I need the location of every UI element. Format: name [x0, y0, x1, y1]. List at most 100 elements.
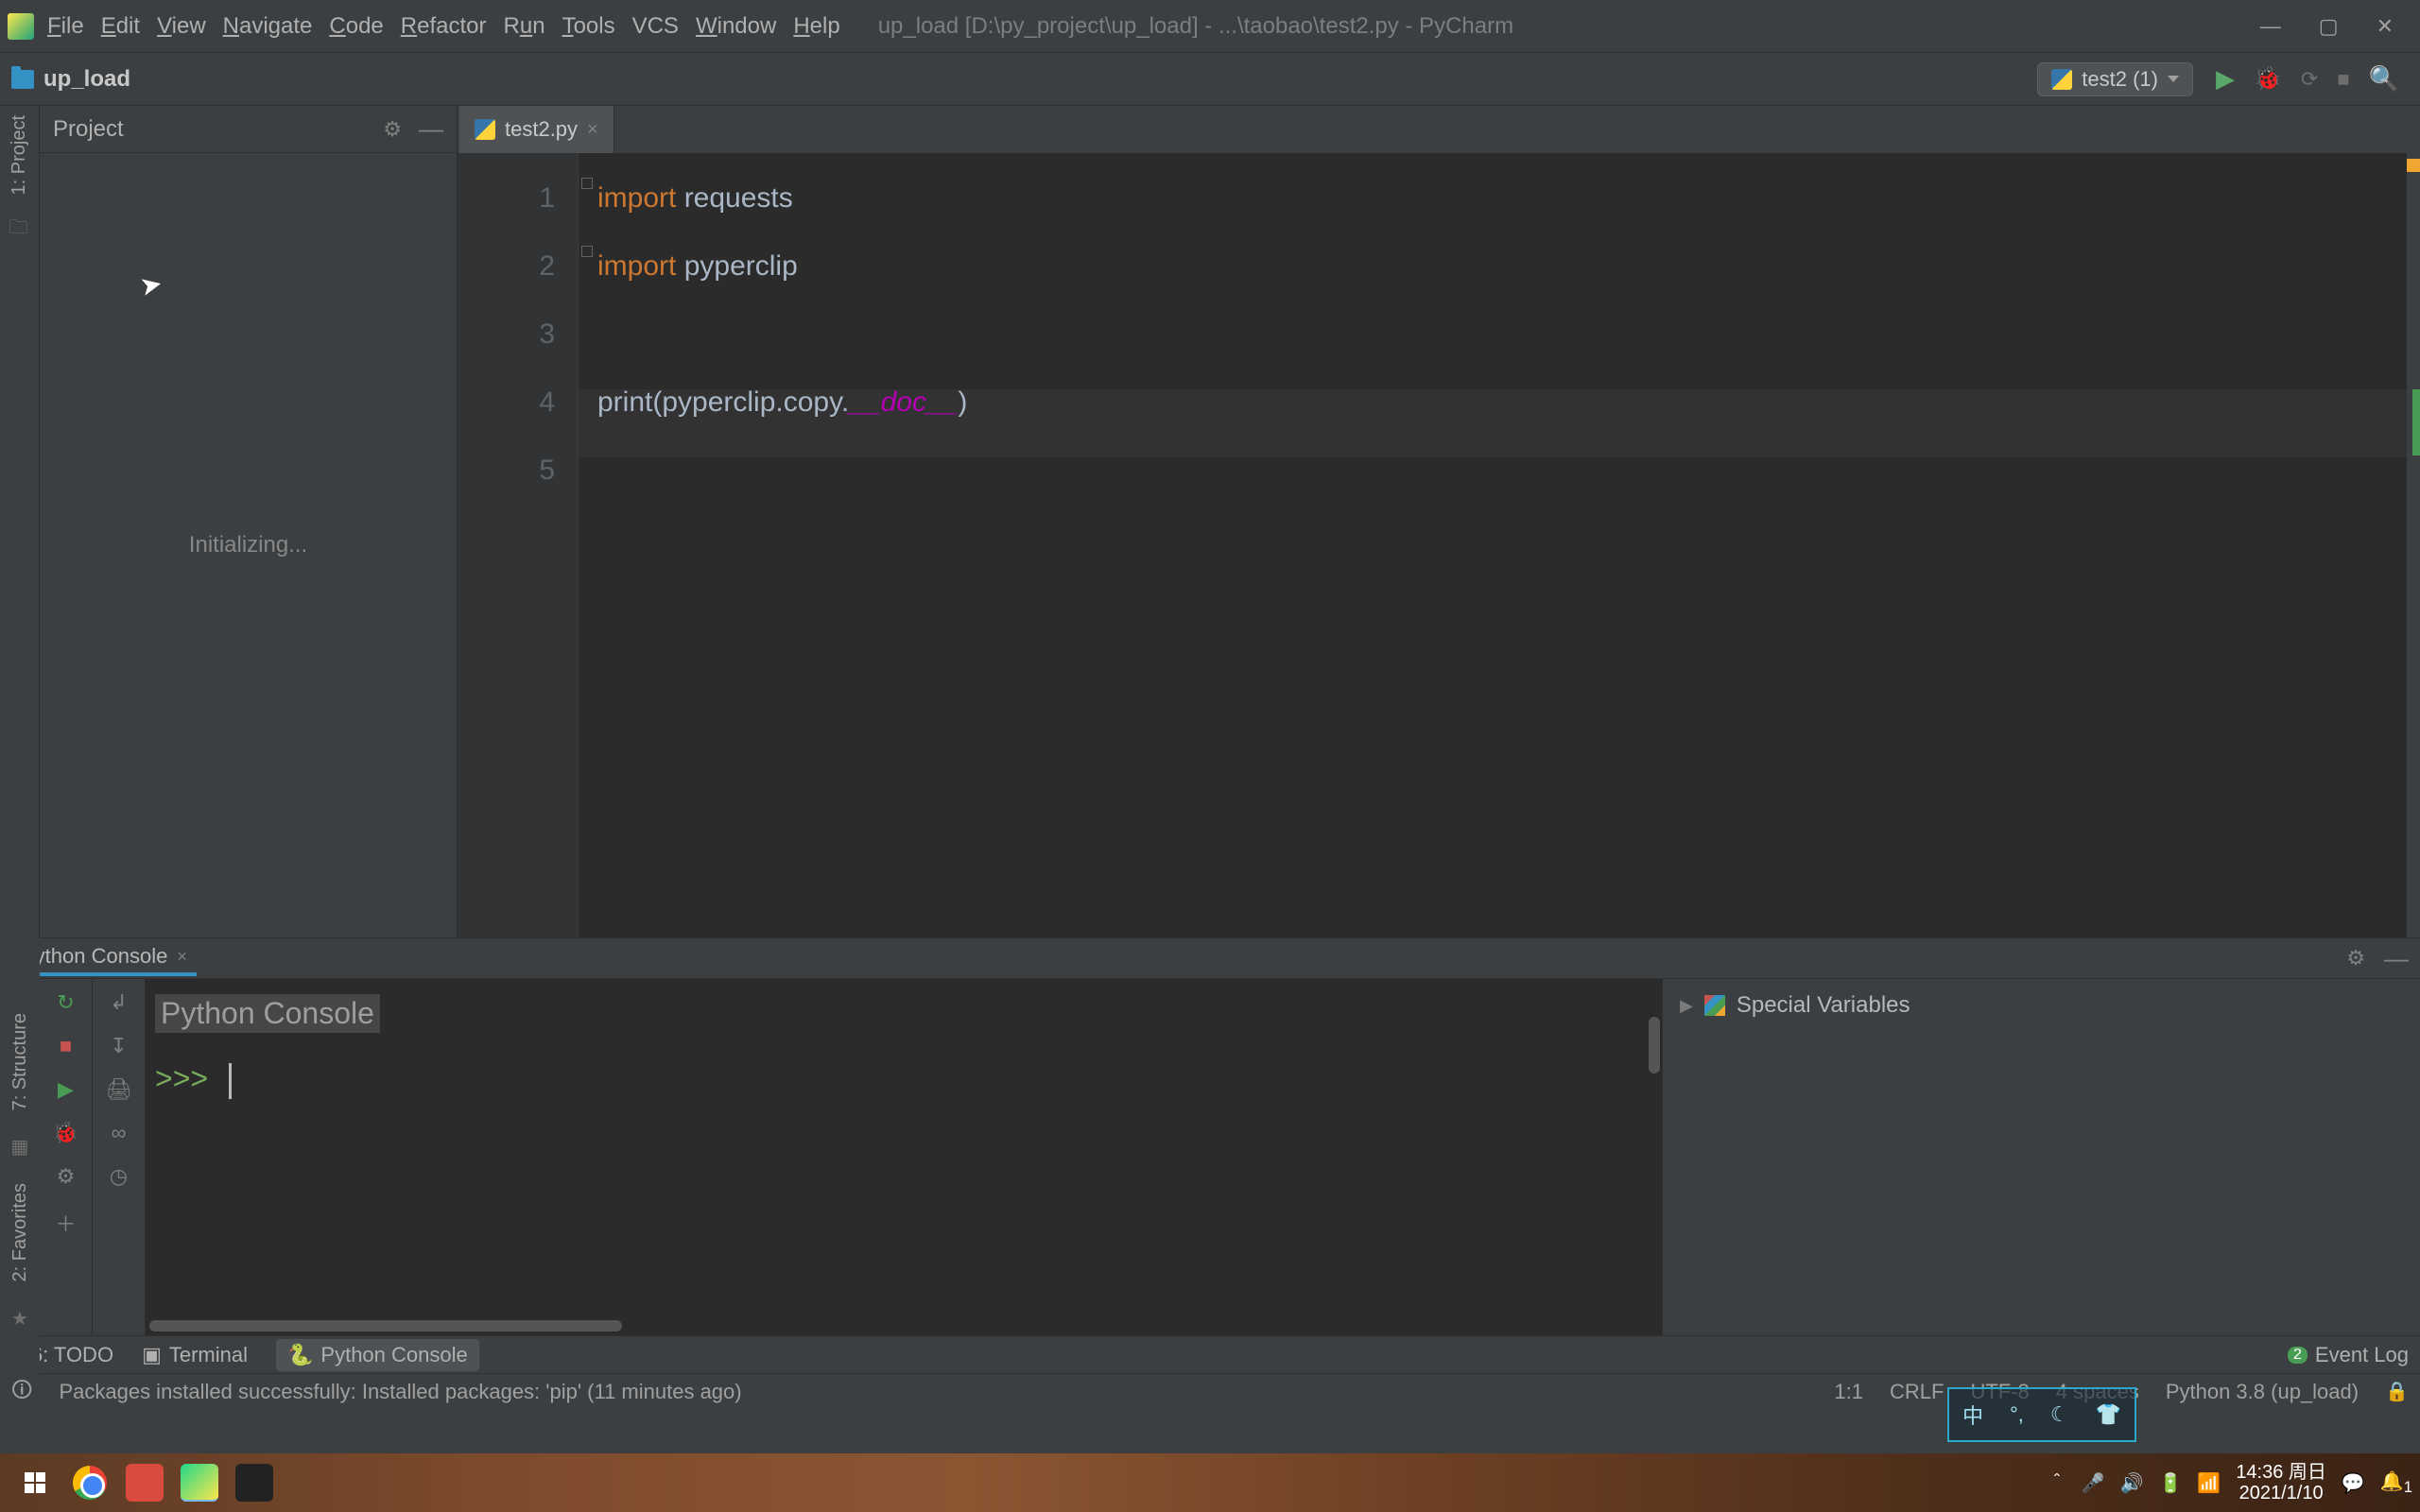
tab-close-icon[interactable]: × — [587, 119, 598, 141]
variables-panel: ▶ Special Variables — [1662, 979, 2420, 1335]
bottom-tool-tabs: ≡ 6: TODO ▣ Terminal 🐍 Python Console 2 … — [0, 1335, 2420, 1373]
menu-refactor[interactable]: Refactor — [401, 13, 487, 40]
settings-icon[interactable]: ⚙ — [57, 1164, 76, 1189]
window-controls: — ▢ ✕ — [2260, 14, 2412, 39]
run-button[interactable]: ▶ — [2216, 64, 2235, 94]
mic-icon[interactable]: 🎤 — [2082, 1471, 2105, 1495]
debug-console-icon[interactable]: 🐞 — [53, 1121, 78, 1145]
window-title: up_load [D:\py_project\up_load] - ...\ta… — [878, 13, 2260, 40]
start-button[interactable] — [11, 1459, 59, 1506]
maximize-button[interactable]: ▢ — [2319, 14, 2339, 39]
structure-tool-tab[interactable]: 7: Structure — [9, 1013, 31, 1110]
chrome-taskbar-icon[interactable] — [66, 1459, 113, 1506]
editor-tab-test2[interactable]: test2.py × — [459, 106, 614, 153]
menu-navigate[interactable]: Navigate — [223, 13, 313, 40]
warning-marker-icon[interactable] — [2407, 159, 2420, 172]
panel-minimize-icon[interactable]: — — [419, 114, 443, 144]
line-number: 4 — [458, 369, 555, 437]
scroll-end-icon[interactable]: ↧ — [110, 1034, 127, 1058]
vert-scrollbar[interactable] — [1649, 1017, 1660, 1074]
ime-indicator[interactable]: 中 °, ☾ 👕 — [1947, 1387, 2136, 1442]
project-tool-tab[interactable]: 1: Project — [9, 115, 30, 195]
soft-wrap-icon[interactable]: ↲ — [110, 990, 127, 1015]
expand-arrow-icon[interactable]: ▶ — [1680, 996, 1693, 1016]
caret-position[interactable]: 1:1 — [1834, 1380, 1863, 1404]
volume-icon[interactable]: 🔊 — [2120, 1471, 2144, 1495]
pycharm-taskbar-icon[interactable] — [176, 1459, 223, 1506]
breadcrumb-project[interactable]: up_load — [43, 66, 130, 93]
folder-icon — [11, 70, 34, 89]
stop-icon[interactable]: ■ — [60, 1034, 72, 1058]
execute-icon[interactable]: ▶ — [58, 1077, 74, 1102]
taskbar-clock[interactable]: 14:36 周日 2021/1/10 — [2236, 1462, 2326, 1503]
fold-marker-icon[interactable] — [581, 178, 593, 189]
stop-button[interactable]: ■ — [2337, 67, 2349, 92]
editor-tab-label: test2.py — [505, 117, 578, 142]
horiz-scrollbar[interactable] — [149, 1320, 622, 1332]
action-center-icon[interactable]: 💬 — [2342, 1471, 2365, 1495]
new-console-icon[interactable]: ＋ — [55, 1208, 76, 1238]
menu-code[interactable]: Code — [329, 13, 383, 40]
menu-tools[interactable]: Tools — [562, 13, 615, 40]
rerun-icon[interactable]: ↻ — [57, 990, 74, 1015]
run-config-selector[interactable]: test2 (1) — [2037, 62, 2193, 96]
project-panel-title: Project — [53, 116, 383, 143]
keyword: import — [597, 250, 676, 282]
favorites-tool-tab[interactable]: 2: Favorites — [9, 1183, 31, 1281]
python-interpreter[interactable]: Python 3.8 (up_load) — [2166, 1380, 2359, 1404]
ime-moon-icon: ☾ — [2050, 1402, 2069, 1427]
code-content[interactable]: import requests import pyperclip print(p… — [579, 153, 967, 937]
main-area: 1: Project 🗀 Project ⚙ — Initializing...… — [0, 106, 2420, 937]
menu-view[interactable]: View — [157, 13, 206, 40]
event-log-tab[interactable]: 2 Event Log — [2288, 1343, 2409, 1367]
ime-punct: °, — [2010, 1402, 2024, 1427]
change-marker-icon[interactable] — [2412, 389, 2420, 455]
special-variables-row[interactable]: ▶ Special Variables — [1680, 992, 2403, 1019]
wifi-icon[interactable]: 📶 — [2197, 1471, 2221, 1495]
show-vars-icon[interactable]: ∞ — [112, 1121, 127, 1145]
console-title: Python Console — [155, 994, 380, 1033]
pycharm-icon — [8, 13, 34, 40]
python-icon — [2051, 69, 2072, 90]
folder-tool-icon[interactable]: 🗀 — [9, 214, 30, 234]
terminal-taskbar-icon[interactable] — [231, 1459, 278, 1506]
console-tab-label: Python Console — [21, 944, 167, 969]
menu-edit[interactable]: Edit — [101, 13, 140, 40]
project-panel-header: Project ⚙ — — [40, 106, 457, 153]
xshell-taskbar-icon[interactable] — [121, 1459, 168, 1506]
code-text: (pyperclip.copy. — [652, 387, 849, 418]
python-console-bottom-tab[interactable]: 🐍 Python Console — [276, 1339, 479, 1371]
panel-minimize-icon[interactable]: — — [2384, 944, 2409, 973]
fold-marker-icon[interactable] — [581, 246, 593, 257]
battery-icon[interactable]: 🔋 — [2159, 1471, 2183, 1495]
gear-icon[interactable]: ⚙ — [383, 117, 402, 142]
line-number: 1 — [458, 164, 555, 232]
menu-file[interactable]: FFileile — [47, 13, 84, 40]
tray-overflow-icon[interactable]: ＾ — [2048, 1469, 2066, 1497]
console-output[interactable]: Python Console >>> — [146, 979, 1662, 1335]
search-everywhere-button[interactable]: 🔍 — [2369, 64, 2399, 94]
editor-tabs: test2.py × — [458, 106, 2420, 153]
terminal-icon: ▣ — [142, 1343, 162, 1367]
menu-vcs[interactable]: VCS — [632, 13, 679, 40]
history-icon[interactable]: ◷ — [110, 1164, 128, 1189]
line-separator[interactable]: CRLF — [1890, 1380, 1944, 1404]
menu-run[interactable]: Run — [504, 13, 545, 40]
run-coverage-button[interactable]: ⟳ — [2301, 67, 2318, 92]
debug-button[interactable]: 🐞 — [2254, 65, 2282, 93]
menu-window[interactable]: Window — [696, 13, 776, 40]
menu-help[interactable]: Help — [793, 13, 839, 40]
tab-close-icon[interactable]: × — [177, 947, 187, 967]
terminal-tab[interactable]: ▣ Terminal — [142, 1343, 248, 1367]
close-button[interactable]: ✕ — [2377, 14, 2394, 39]
todo-label: 6: TODO — [31, 1343, 113, 1367]
print-icon[interactable]: 🖨 — [106, 1077, 132, 1102]
notifications-icon[interactable]: 🔔1 — [2380, 1469, 2412, 1497]
lock-icon[interactable]: 🔒 — [2385, 1380, 2409, 1403]
terminal-label: Terminal — [169, 1343, 248, 1367]
minimize-button[interactable]: — — [2260, 14, 2281, 39]
line-number: 3 — [458, 301, 555, 369]
editor-body[interactable]: 1 2 3 4 5 import requests import pypercl… — [458, 153, 2420, 937]
gear-icon[interactable]: ⚙ — [2346, 946, 2365, 971]
project-loading-text: Initializing... — [189, 532, 307, 558]
